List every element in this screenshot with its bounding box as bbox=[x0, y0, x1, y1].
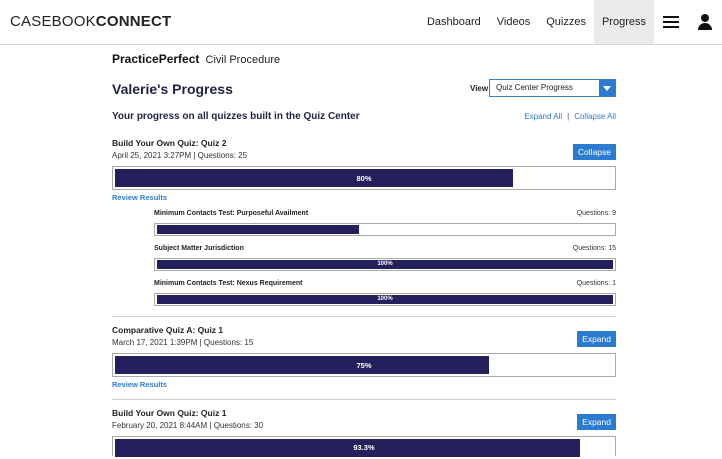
user-icon bbox=[698, 14, 712, 30]
menu-button[interactable] bbox=[654, 0, 688, 44]
divider bbox=[112, 316, 616, 317]
progress-bar: 75% bbox=[112, 353, 616, 377]
view-label: View: bbox=[470, 84, 491, 93]
quiz-name: Comparative Quiz A: Quiz 1 bbox=[112, 325, 224, 335]
review-results-link[interactable]: Review Results bbox=[112, 193, 167, 202]
brand-bold: CONNECT bbox=[95, 13, 172, 30]
view-select[interactable]: Quiz Center Progress bbox=[489, 79, 616, 97]
subtopic-progress-label: 100% bbox=[155, 294, 615, 305]
progress-label: 75% bbox=[356, 361, 372, 370]
expand-collapse-links: Expand All | Collapse All bbox=[524, 112, 616, 121]
section-subtitle: Your progress on all quizzes built in th… bbox=[112, 111, 360, 122]
subtopic-progress-bar: 44.4% bbox=[154, 223, 616, 236]
expand-button[interactable]: Expand bbox=[577, 331, 616, 347]
quiz-name: Build Your Own Quiz: Quiz 2 bbox=[112, 138, 227, 148]
nav-progress[interactable]: Progress bbox=[593, 0, 654, 44]
nav-quizzes[interactable]: Quizzes bbox=[538, 0, 594, 44]
subtopic-name: Minimum Contacts Test: Purposeful Availm… bbox=[154, 210, 309, 217]
review-results-link[interactable]: Review Results bbox=[112, 380, 167, 389]
expand-all-link[interactable]: Expand All bbox=[524, 112, 562, 121]
page-title: Valerie's Progress bbox=[112, 81, 233, 97]
quiz-meta: April 25, 2021 3:27PM | Questions: 25 bbox=[112, 151, 248, 160]
quiz-name: Build Your Own Quiz: Quiz 1 bbox=[112, 408, 227, 418]
subtopic-progress-label: 44.4% bbox=[155, 224, 615, 235]
nav-videos[interactable]: Videos bbox=[489, 0, 538, 44]
top-nav: CASEBOOKCONNECT Dashboard Videos Quizzes… bbox=[0, 0, 722, 45]
collapse-all-link[interactable]: Collapse All bbox=[574, 112, 616, 121]
expand-button[interactable]: Expand bbox=[577, 414, 616, 430]
nav-links: Dashboard Videos Quizzes Progress bbox=[419, 0, 722, 44]
subtopic-progress-bar: 100% bbox=[154, 293, 616, 306]
subtopic-progress-bar: 100% bbox=[154, 258, 616, 271]
subtopic-name: Minimum Contacts Test: Nexus Requirement bbox=[154, 280, 303, 287]
subtopic-name: Subject Matter Jurisdiction bbox=[154, 245, 244, 252]
subtopic-questions: Questions: 9 bbox=[576, 210, 616, 217]
product-name: PracticePerfect bbox=[112, 52, 200, 66]
dropdown-arrow-icon[interactable] bbox=[599, 80, 615, 96]
subtopic-progress-label: 100% bbox=[155, 259, 615, 270]
quiz-meta: March 17, 2021 1:39PM | Questions: 15 bbox=[112, 338, 254, 347]
subtopic-percent-text: 44.4% bbox=[376, 226, 394, 232]
subtopic-questions: Questions: 15 bbox=[572, 245, 616, 252]
progress-label: 80% bbox=[356, 174, 372, 183]
divider bbox=[112, 399, 616, 400]
quiz-meta: February 20, 2021 8:44AM | Questions: 30 bbox=[112, 421, 264, 430]
subtopic-percent-text: 100% bbox=[377, 261, 393, 267]
subtopic-percent-text: 100% bbox=[377, 296, 393, 302]
subtopic-questions: Questions: 1 bbox=[576, 280, 616, 287]
collapse-button[interactable]: Collapse bbox=[572, 144, 616, 160]
link-separator: | bbox=[567, 112, 570, 121]
nav-dashboard[interactable]: Dashboard bbox=[419, 0, 489, 44]
hamburger-icon bbox=[663, 16, 679, 29]
progress-bar: 93.3% bbox=[112, 436, 616, 457]
product-header: PracticePerfect Civil Procedure bbox=[112, 52, 280, 66]
view-selected-value: Quiz Center Progress bbox=[496, 83, 573, 92]
brand-light: CASEBOOK bbox=[10, 13, 96, 30]
progress-label: 93.3% bbox=[353, 443, 375, 452]
progress-bar: 80% bbox=[112, 166, 616, 190]
course-name: Civil Procedure bbox=[205, 54, 281, 66]
brand-logo[interactable]: CASEBOOKCONNECT bbox=[10, 13, 171, 30]
account-button[interactable] bbox=[688, 0, 722, 44]
